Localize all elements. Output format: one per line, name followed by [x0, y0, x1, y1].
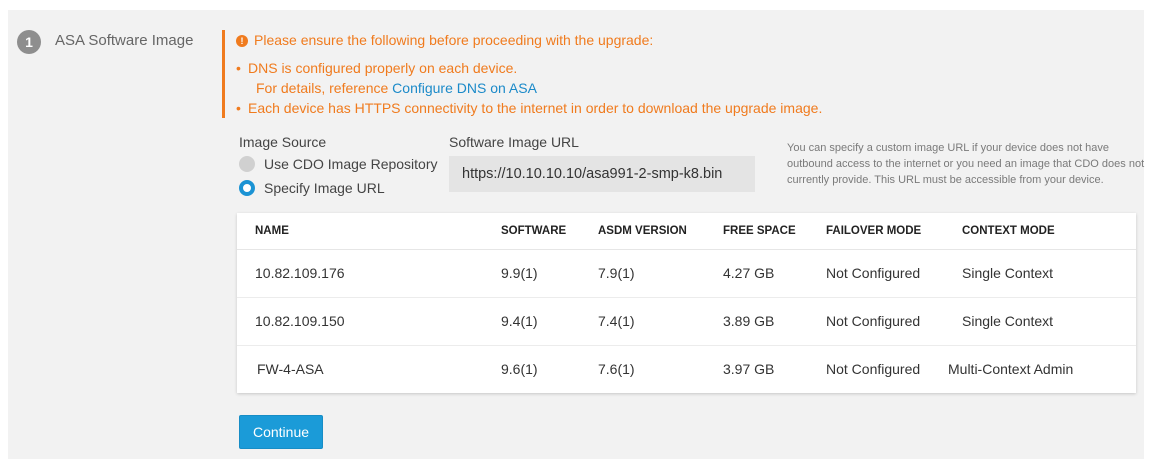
continue-button[interactable]: Continue	[239, 415, 323, 449]
radio-specify-url[interactable]: Specify Image URL	[239, 180, 385, 196]
step-number-badge: 1	[17, 30, 41, 54]
column-header-free-space: FREE SPACE	[723, 225, 796, 237]
warning-bullet-dns: • DNS is configured properly on each devi…	[236, 60, 517, 76]
column-header-asdm-version: ASDM VERSION	[598, 225, 687, 237]
radio-specify-url-label: Specify Image URL	[264, 180, 385, 196]
table-header: NAME SOFTWARE ASDM VERSION FREE SPACE FA…	[237, 213, 1136, 250]
cell-name: 10.82.109.150	[255, 313, 345, 329]
column-header-failover-mode: FAILOVER MODE	[826, 225, 922, 237]
software-url-input[interactable]: https://10.10.10.10/asa991-2-smp-k8.bin	[449, 156, 755, 192]
cell-software: 9.6(1)	[501, 361, 538, 377]
radio-cdo-repository-label: Use CDO Image Repository	[264, 156, 438, 172]
custom-url-hint: You can specify a custom image URL if yo…	[787, 142, 1145, 186]
cell-asdm-version: 7.4(1)	[598, 313, 635, 329]
cell-asdm-version: 7.6(1)	[598, 361, 635, 377]
cell-asdm-version: 7.9(1)	[598, 265, 635, 281]
cell-context-mode: Single Context	[962, 313, 1054, 329]
bullet-icon: •	[236, 100, 241, 116]
warning-heading: ! Please ensure the following before proc…	[236, 32, 653, 48]
radio-unselected-icon[interactable]	[239, 156, 255, 172]
warning-bullet-dns-text: DNS is configured properly on each devic…	[248, 60, 518, 76]
image-source-label: Image Source	[239, 134, 327, 150]
configure-dns-link[interactable]: Configure DNS on ASA	[392, 80, 537, 96]
column-header-software: SOFTWARE	[501, 225, 567, 237]
cell-failover-mode: Not Configured	[826, 361, 921, 377]
cell-free-space: 3.89 GB	[723, 313, 775, 329]
warning-icon: !	[236, 35, 248, 47]
warning-bullet-https: • Each device has HTTPS connectivity to t…	[236, 100, 822, 116]
radio-selected-icon[interactable]	[239, 180, 255, 196]
cell-context-mode: Multi-Context Admin	[948, 361, 1074, 377]
warning-heading-text: Please ensure the following before proce…	[254, 32, 654, 48]
warning-bar	[222, 30, 225, 118]
software-url-label: Software Image URL	[449, 134, 579, 150]
cell-free-space: 3.97 GB	[723, 361, 775, 377]
step-title: ASA Software Image	[55, 32, 194, 49]
cell-context-mode: Single Context	[962, 265, 1054, 281]
table-row: FW-4-ASA 9.6(1) 7.6(1) 3.97 GB Not Confi…	[237, 346, 1136, 394]
column-header-context-mode: CONTEXT MODE	[962, 225, 1055, 237]
cell-failover-mode: Not Configured	[826, 313, 921, 329]
cell-failover-mode: Not Configured	[826, 265, 921, 281]
column-header-name: NAME	[255, 225, 289, 237]
cell-name: FW-4-ASA	[257, 361, 324, 377]
table-row: 10.82.109.150 9.4(1) 7.4(1) 3.89 GB Not …	[237, 298, 1136, 346]
warning-dns-detail: For details, reference Configure DNS on …	[256, 80, 537, 96]
radio-cdo-repository[interactable]: Use CDO Image Repository	[239, 156, 438, 172]
cell-software: 9.9(1)	[501, 265, 538, 281]
cell-name: 10.82.109.176	[255, 265, 345, 281]
devices-table: NAME SOFTWARE ASDM VERSION FREE SPACE FA…	[237, 213, 1136, 393]
cell-software: 9.4(1)	[501, 313, 538, 329]
bullet-icon: •	[236, 60, 241, 76]
cell-free-space: 4.27 GB	[723, 265, 775, 281]
table-row: 10.82.109.176 9.9(1) 7.9(1) 4.27 GB Not …	[237, 250, 1136, 298]
warning-bullet-https-text: Each device has HTTPS connectivity to th…	[248, 100, 823, 116]
warning-dns-detail-text: For details, reference	[256, 80, 393, 96]
